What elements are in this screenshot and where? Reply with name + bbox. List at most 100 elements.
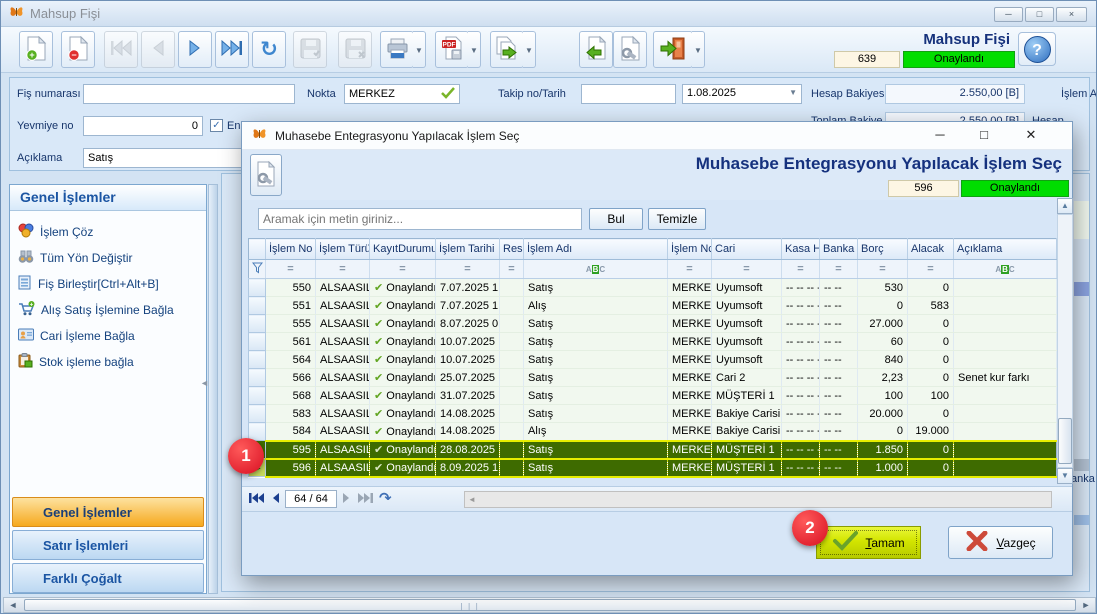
scroll-right-icon[interactable]: ►	[1078, 599, 1094, 611]
cell-aciklama[interactable]	[954, 315, 1057, 333]
find-button[interactable]: Bul	[589, 208, 643, 230]
cell-turu[interactable]: ALSAASIL	[316, 297, 370, 315]
filter-cell[interactable]: =	[858, 260, 908, 279]
cell-ad[interactable]: Alış	[524, 423, 668, 441]
cell-borc[interactable]: 27.000	[858, 315, 908, 333]
save-button[interactable]	[293, 31, 327, 68]
yevmiye-input[interactable]	[83, 116, 203, 136]
scroll-down-icon[interactable]: ▼	[1057, 468, 1073, 484]
cell-aciklama[interactable]	[954, 459, 1057, 477]
cell-nokta[interactable]: MERKEZ	[668, 405, 712, 423]
cancel-button[interactable]: Vazgeç	[948, 526, 1053, 559]
column-header[interactable]: İşlem No	[266, 239, 316, 260]
dialog-service-button[interactable]	[250, 154, 282, 196]
cell-banka[interactable]: -- --	[820, 441, 858, 459]
cell-aciklama[interactable]	[954, 423, 1057, 441]
cell-no[interactable]: 550	[266, 279, 316, 297]
scrollbar-thumb[interactable]: ❘❘❘	[24, 599, 1076, 611]
scroll-up-icon[interactable]: ▲	[1057, 198, 1073, 214]
cell-ad[interactable]: Satış	[524, 441, 668, 459]
cell-resmi[interactable]	[500, 297, 524, 315]
print-button-dropdown[interactable]: ▼	[413, 31, 426, 68]
last-record-button[interactable]	[215, 31, 249, 68]
cell-alacak[interactable]: 0	[908, 279, 954, 297]
cell-aciklama[interactable]	[954, 405, 1057, 423]
entegrasyon-checkbox[interactable]: ✓	[210, 119, 223, 132]
scroll-left-icon[interactable]: ◄	[5, 599, 21, 611]
cell-tarih[interactable]: 10.07.2025	[436, 333, 500, 351]
cell-borc[interactable]: 1.850	[858, 441, 908, 459]
cell-durum[interactable]: ✔ Onaylandı	[370, 279, 436, 297]
splitter-collapse-icon[interactable]: ◄	[200, 378, 209, 388]
cell-aciklama[interactable]	[954, 297, 1057, 315]
cell-resmi[interactable]	[500, 351, 524, 369]
filter-cell[interactable]: =	[370, 260, 436, 279]
cell-durum[interactable]: ✔ Onaylandı	[370, 315, 436, 333]
takip-no-input[interactable]	[581, 84, 676, 104]
cell-kasa[interactable]: -- -- -- -	[782, 459, 820, 477]
dialog-maximize-button[interactable]: □	[962, 122, 1006, 149]
cell-alacak[interactable]: 0	[908, 405, 954, 423]
save-cancel-button[interactable]	[338, 31, 372, 68]
cell-borc[interactable]: 0	[858, 423, 908, 441]
filter-cell[interactable]: =	[266, 260, 316, 279]
cell-nokta[interactable]: MERKEZ	[668, 279, 712, 297]
cell-resmi[interactable]	[500, 315, 524, 333]
cell-kasa[interactable]: -- -- -- -	[782, 405, 820, 423]
sidebar-tab-2[interactable]: Farklı Çoğalt	[12, 563, 204, 593]
cell-resmi[interactable]	[500, 369, 524, 387]
first-page-icon[interactable]	[248, 492, 265, 507]
cell-resmi[interactable]	[500, 459, 524, 477]
cell-no[interactable]: 595	[266, 441, 316, 459]
help-button[interactable]: ?	[1018, 32, 1056, 66]
sidebar-item-1[interactable]: Tüm Yön Değiştir	[14, 245, 202, 271]
cell-ad[interactable]: Satış	[524, 351, 668, 369]
cell-cari[interactable]: MÜŞTERİ 1	[712, 459, 782, 477]
cell-no[interactable]: 555	[266, 315, 316, 333]
row-selector[interactable]	[249, 297, 266, 315]
column-header[interactable]: Resmi İş	[500, 239, 524, 260]
cell-cari[interactable]: Uyumsoft	[712, 315, 782, 333]
previous-record-button[interactable]	[141, 31, 175, 68]
row-selector[interactable]	[249, 387, 266, 405]
cell-turu[interactable]: ALSAASIL	[316, 441, 370, 459]
exit-button[interactable]	[653, 31, 693, 68]
cell-durum[interactable]: ✔ Onaylandı	[370, 333, 436, 351]
cell-turu[interactable]: ALSAASIL	[316, 279, 370, 297]
sidebar-item-2[interactable]: Fiş Birleştir[Ctrl+Alt+B]	[14, 271, 202, 297]
cell-tarih[interactable]: 10.07.2025	[436, 351, 500, 369]
cell-tarih[interactable]: 7.07.2025 1	[436, 279, 500, 297]
cell-kasa[interactable]: -- -- -- -	[782, 333, 820, 351]
cell-turu[interactable]: ALSAASIL	[316, 387, 370, 405]
cell-banka[interactable]: -- --	[820, 279, 858, 297]
filter-cell[interactable]: =	[782, 260, 820, 279]
cell-cari[interactable]: MÜŞTERİ 1	[712, 387, 782, 405]
cell-no[interactable]: 564	[266, 351, 316, 369]
cell-turu[interactable]: ALSAASIL	[316, 405, 370, 423]
cell-kasa[interactable]: -- -- -- -	[782, 387, 820, 405]
cell-alacak[interactable]: 0	[908, 369, 954, 387]
cell-banka[interactable]: -- --	[820, 459, 858, 477]
cell-alacak[interactable]: 19.000	[908, 423, 954, 441]
print-button[interactable]	[380, 31, 414, 68]
cell-borc[interactable]: 20.000	[858, 405, 908, 423]
column-header[interactable]: Alacak	[908, 239, 954, 260]
cell-alacak[interactable]: 100	[908, 387, 954, 405]
close-button[interactable]: ×	[1056, 7, 1087, 22]
previous-page-icon[interactable]	[270, 492, 280, 507]
cell-tarih[interactable]: 31.07.2025	[436, 387, 500, 405]
filter-cell[interactable]: =	[712, 260, 782, 279]
clear-button[interactable]: Temizle	[648, 208, 706, 230]
cell-turu[interactable]: ALSAASIL	[316, 423, 370, 441]
cell-aciklama[interactable]	[954, 333, 1057, 351]
cell-nokta[interactable]: MERKEZ	[668, 315, 712, 333]
filter-cell[interactable]: =	[500, 260, 524, 279]
cell-no[interactable]: 551	[266, 297, 316, 315]
dialog-close-button[interactable]: ✕	[1006, 122, 1056, 149]
first-record-button[interactable]	[104, 31, 138, 68]
cell-kasa[interactable]: -- -- -- -	[782, 423, 820, 441]
cell-ad[interactable]: Satış	[524, 333, 668, 351]
filter-cell[interactable]: =	[316, 260, 370, 279]
dialog-scrollbar-thumb[interactable]	[1058, 418, 1072, 464]
filter-cell[interactable]: =	[820, 260, 858, 279]
